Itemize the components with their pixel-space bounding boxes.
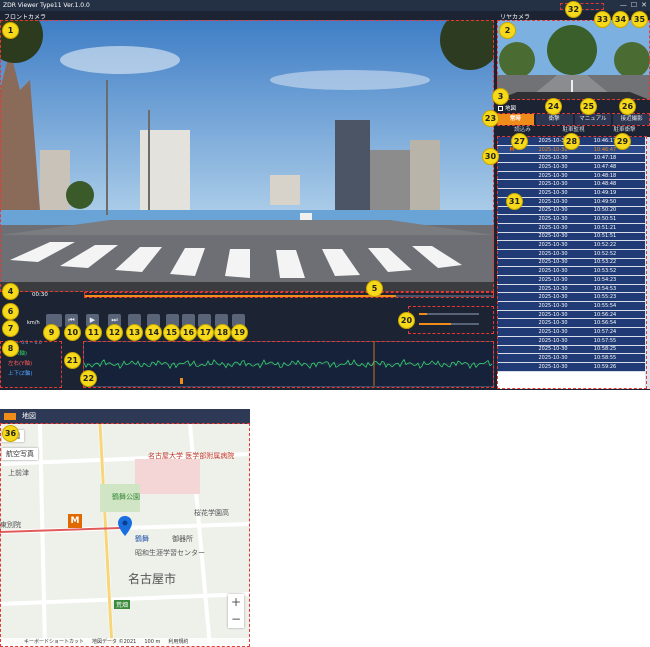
close-button[interactable]: ✕ xyxy=(641,0,647,11)
callout-21: 21 xyxy=(64,352,81,369)
callout-32: 32 xyxy=(565,1,582,18)
callout-20: 20 xyxy=(398,312,415,329)
callout-3: 3 xyxy=(492,88,509,105)
highlight-front xyxy=(0,20,494,292)
highlight-map xyxy=(0,423,250,647)
highlight-list xyxy=(497,136,647,389)
callout-14: 14 xyxy=(145,324,162,341)
callout-18: 18 xyxy=(214,324,231,341)
callout-10: 10 xyxy=(64,324,81,341)
current-time: 00:30 xyxy=(32,292,48,298)
callout-27: 27 xyxy=(511,133,528,150)
callout-7: 7 xyxy=(2,320,19,337)
callout-19: 19 xyxy=(231,324,248,341)
callout-15: 15 xyxy=(163,324,180,341)
callout-25: 25 xyxy=(580,98,597,115)
highlight-graph xyxy=(83,341,494,388)
minimize-button[interactable]: — xyxy=(620,0,627,11)
map-checkbox[interactable] xyxy=(498,105,503,111)
title-bar: ZDR Viewer Type11 Ver.1.0.0 — ☐ ✕ xyxy=(0,0,650,11)
highlight-sliders xyxy=(408,306,494,334)
callout-36: 36 xyxy=(2,425,19,442)
callout-6: 6 xyxy=(2,303,19,320)
callout-28: 28 xyxy=(563,133,580,150)
callout-30: 30 xyxy=(482,148,499,165)
highlight-seek xyxy=(84,292,494,298)
callout-22: 22 xyxy=(80,370,97,387)
callout-16: 16 xyxy=(180,324,197,341)
speed-unit: km/h xyxy=(27,320,40,326)
callout-4: 4 xyxy=(2,283,19,300)
callout-9: 9 xyxy=(43,324,60,341)
viewer-window: ZDR Viewer Type11 Ver.1.0.0 — ☐ ✕ フロントカメ… xyxy=(0,0,650,390)
callout-23: 23 xyxy=(482,110,499,127)
callout-29: 29 xyxy=(614,133,631,150)
map-icon xyxy=(4,413,16,420)
callout-12: 12 xyxy=(106,324,123,341)
callout-1: 1 xyxy=(2,22,19,39)
callout-17: 17 xyxy=(197,324,214,341)
callout-13: 13 xyxy=(126,324,143,341)
map-checkbox-label: 地図 xyxy=(505,106,517,112)
callout-5: 5 xyxy=(366,280,383,297)
highlight-rear xyxy=(497,20,650,100)
callout-8: 8 xyxy=(2,340,19,357)
callout-11: 11 xyxy=(85,324,102,341)
callout-24: 24 xyxy=(545,98,562,115)
callout-26: 26 xyxy=(619,98,636,115)
callout-34: 34 xyxy=(612,11,629,28)
map-title-bar: 地図 xyxy=(0,409,250,424)
window-title: ZDR Viewer Type11 Ver.1.0.0 xyxy=(3,2,90,9)
callout-2: 2 xyxy=(499,22,516,39)
map-title: 地図 xyxy=(22,412,36,420)
callout-35: 35 xyxy=(631,11,648,28)
callout-31: 31 xyxy=(506,193,523,210)
callout-33: 33 xyxy=(594,11,611,28)
maximize-button[interactable]: ☐ xyxy=(631,0,637,11)
map-toggle[interactable]: 地図 xyxy=(498,104,516,112)
